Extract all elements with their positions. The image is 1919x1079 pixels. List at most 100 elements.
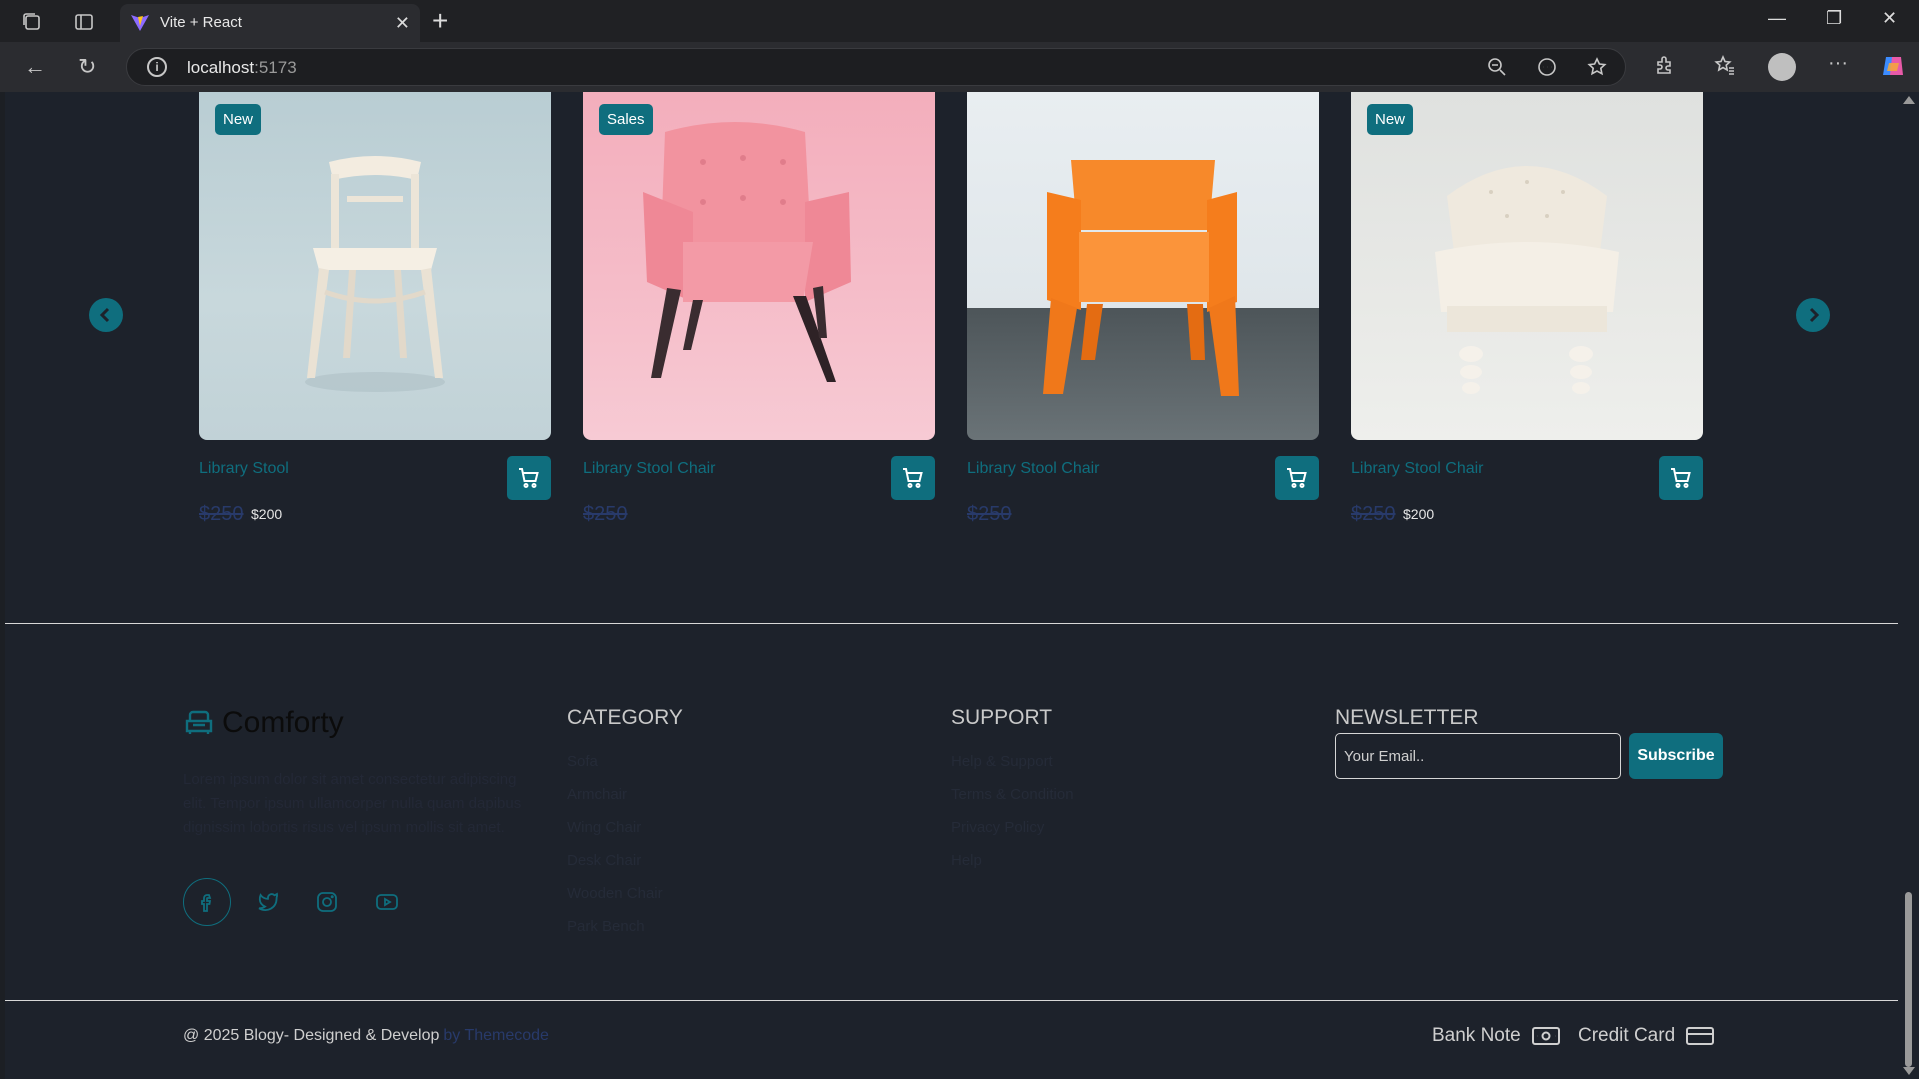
facebook-link[interactable] xyxy=(183,878,231,926)
cart-icon xyxy=(519,468,539,488)
instagram-link[interactable] xyxy=(303,878,351,926)
twitter-link[interactable] xyxy=(243,878,291,926)
orange-chair-illustration xyxy=(1043,160,1239,396)
white-wooden-chair-illustration xyxy=(305,156,445,392)
vite-logo-icon xyxy=(131,15,149,31)
product-card[interactable]: Library Stool Chair $250 xyxy=(967,92,1319,525)
favorites-icon[interactable] xyxy=(1714,54,1736,76)
category-link[interactable]: Park Bench xyxy=(567,918,645,935)
favorite-star-icon[interactable] xyxy=(1587,57,1607,77)
tab-actions-icon[interactable] xyxy=(72,10,96,34)
support-link[interactable]: Privacy Policy xyxy=(951,819,1044,836)
category-link[interactable]: Sofa xyxy=(567,753,598,770)
newsletter-email-input[interactable] xyxy=(1335,733,1621,779)
new-tab-button[interactable]: + xyxy=(432,4,448,38)
zoom-out-icon[interactable] xyxy=(1487,57,1507,77)
page-viewport: New Library Stool $250 $200 Sales Librar… xyxy=(5,92,1898,1079)
page-scrollbar[interactable] xyxy=(1898,92,1919,1079)
youtube-link[interactable] xyxy=(363,878,411,926)
category-link[interactable]: Wing Chair xyxy=(567,819,641,836)
product-badge: New xyxy=(1367,104,1414,135)
product-name[interactable]: Library Stool xyxy=(199,460,289,478)
footer-description: Lorem ipsum dolor sit amet consectetur a… xyxy=(183,771,522,836)
scrollbar-thumb[interactable] xyxy=(1905,892,1912,1067)
site-info-icon[interactable]: i xyxy=(147,57,167,77)
twitter-icon xyxy=(258,892,279,911)
product-card[interactable]: Sales Library Stool Chair $250 xyxy=(583,92,935,525)
window-close-icon[interactable]: ✕ xyxy=(1882,8,1897,29)
scroll-up-icon[interactable] xyxy=(1903,96,1915,104)
reading-mode-icon[interactable] xyxy=(1537,57,1557,77)
browser-address-bar: ← ↻ i localhost:5173 ··· xyxy=(0,42,1919,92)
product-card[interactable]: New Library Stool $250 $200 xyxy=(199,92,551,525)
payment-credit-card: Credit Card xyxy=(1578,1025,1715,1047)
product-card[interactable]: New Library Stool Chair $250 $200 xyxy=(1351,92,1703,525)
browser-tab-active[interactable]: Vite + React ✕ xyxy=(120,4,420,42)
minimize-icon[interactable]: — xyxy=(1768,8,1786,29)
support-title: SUPPORT xyxy=(951,706,1053,729)
section-divider xyxy=(5,623,1898,624)
product-price: $200 xyxy=(251,506,283,522)
category-link[interactable]: Wooden Chair xyxy=(567,885,663,902)
more-menu-icon[interactable]: ··· xyxy=(1828,52,1848,75)
category-link[interactable]: Desk Chair xyxy=(567,852,641,869)
product-name[interactable]: Library Stool Chair xyxy=(583,460,716,478)
add-to-cart-button[interactable] xyxy=(507,456,551,500)
payment-bank-note: Bank Note xyxy=(1432,1025,1561,1047)
copyright-text: @ 2025 Blogy- Designed & Develop by Theme… xyxy=(183,1027,549,1044)
tab-title: Vite + React xyxy=(160,14,242,31)
footer-divider xyxy=(5,1000,1898,1001)
chevron-left-icon xyxy=(99,307,110,323)
url-field[interactable]: i localhost:5173 xyxy=(126,48,1626,86)
product-old-price: $250 xyxy=(967,503,1012,525)
product-image[interactable]: Sales xyxy=(583,92,935,440)
product-badge: New xyxy=(215,104,262,135)
cart-icon xyxy=(1287,468,1307,488)
product-name[interactable]: Library Stool Chair xyxy=(967,460,1100,478)
cart-icon xyxy=(1671,468,1691,488)
add-to-cart-button[interactable] xyxy=(1659,456,1703,500)
workspaces-icon[interactable] xyxy=(20,10,44,34)
profile-avatar[interactable] xyxy=(1768,53,1796,81)
subscribe-button[interactable]: Subscribe xyxy=(1629,733,1723,779)
pink-armchair-illustration xyxy=(643,122,851,382)
add-to-cart-button[interactable] xyxy=(891,456,935,500)
credit-card-icon xyxy=(1686,1027,1715,1045)
payment-bank-note-label: Bank Note xyxy=(1432,1025,1521,1046)
scroll-down-icon[interactable] xyxy=(1903,1067,1915,1075)
product-name[interactable]: Library Stool Chair xyxy=(1351,460,1484,478)
white-tufted-chair-illustration xyxy=(1435,166,1619,394)
add-to-cart-button[interactable] xyxy=(1275,456,1319,500)
product-old-price: $250 xyxy=(199,503,244,525)
reload-icon[interactable]: ↻ xyxy=(78,54,96,80)
restore-icon[interactable]: ❐ xyxy=(1826,8,1842,29)
support-link[interactable]: Terms & Condition xyxy=(951,786,1074,803)
support-link[interactable]: Help & Support xyxy=(951,753,1053,770)
back-icon[interactable]: ← xyxy=(24,54,46,80)
footer-logo[interactable]: Comforty xyxy=(184,706,344,740)
product-badge: Sales xyxy=(599,104,653,135)
copilot-icon[interactable] xyxy=(1880,53,1906,79)
product-image[interactable]: New xyxy=(1351,92,1703,440)
url-text: localhost:5173 xyxy=(187,58,297,77)
tab-close-icon[interactable]: ✕ xyxy=(395,13,410,34)
instagram-icon xyxy=(317,892,337,912)
payment-credit-card-label: Credit Card xyxy=(1578,1025,1676,1046)
extensions-icon[interactable] xyxy=(1654,54,1676,76)
category-link[interactable]: Armchair xyxy=(567,786,627,803)
support-link[interactable]: Help xyxy=(951,852,982,869)
product-image[interactable]: New xyxy=(199,92,551,440)
browser-tab-bar: Vite + React ✕ + — ❐ ✕ xyxy=(0,0,1919,42)
copyright-author-link[interactable]: by Themecode xyxy=(443,1027,549,1044)
category-title: CATEGORY xyxy=(567,706,683,729)
cart-icon xyxy=(903,468,923,488)
product-image[interactable] xyxy=(967,92,1319,440)
product-old-price: $250 xyxy=(1351,503,1396,525)
product-price: $200 xyxy=(1403,506,1435,522)
banknote-icon xyxy=(1531,1027,1560,1045)
sofa-logo-icon xyxy=(185,710,213,734)
footer-brand: Comforty xyxy=(222,706,344,739)
carousel-next-button[interactable] xyxy=(1796,298,1830,332)
product-old-price: $250 xyxy=(583,503,628,525)
carousel-prev-button[interactable] xyxy=(89,298,123,332)
